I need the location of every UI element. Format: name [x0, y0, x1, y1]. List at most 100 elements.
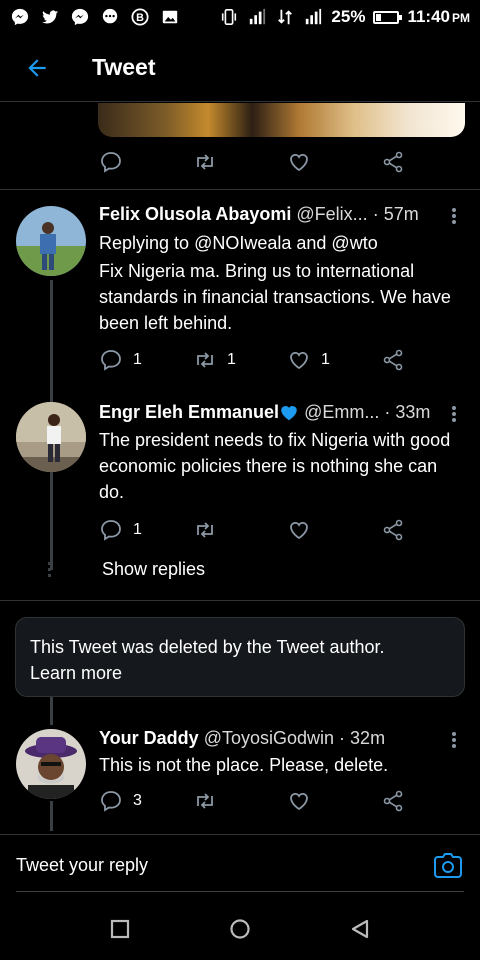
- chat-icon: [102, 8, 118, 24]
- clock: 11:40: [407, 7, 450, 26]
- top-app-bar: Tweet: [0, 34, 480, 102]
- author-name[interactable]: Felix Olusola Abayomi: [99, 204, 291, 224]
- b-app-icon: B: [131, 8, 149, 26]
- tweet-text: Fix Nigeria ma. Bring us to internationa…: [99, 261, 451, 333]
- signal-icon: [250, 8, 266, 25]
- author-name[interactable]: Engr Eleh Emmanuel: [99, 402, 279, 422]
- like-count: 1: [321, 351, 330, 368]
- back-arrow-icon[interactable]: [24, 55, 50, 81]
- tweet-actions: 3: [99, 786, 409, 816]
- reply-button[interactable]: 3: [99, 789, 193, 813]
- heart-icon: [290, 351, 308, 370]
- reply-count: 3: [133, 792, 142, 809]
- battery-percent: 25%: [331, 7, 366, 26]
- author-handle[interactable]: @Felix...: [296, 204, 367, 224]
- tweet-time: · 33m: [384, 402, 431, 422]
- tweet-time: · 57m: [372, 204, 419, 224]
- replying-and: and: [291, 233, 332, 253]
- system-nav-bar: [0, 898, 480, 960]
- retweet-count: 1: [227, 351, 236, 368]
- show-replies-link[interactable]: Show replies: [102, 559, 205, 580]
- divider: [0, 189, 480, 190]
- deleted-tweet-text: This Tweet was deleted by the Tweet auth…: [30, 637, 385, 657]
- share-button[interactable]: [381, 348, 405, 372]
- more-options-icon[interactable]: [448, 404, 460, 424]
- tweet-meta: Engr Eleh Emmanuel @Emm... · 33m: [99, 402, 439, 423]
- messenger-icon: [71, 8, 89, 26]
- share-icon: [383, 519, 403, 541]
- reply-button[interactable]: 1: [99, 518, 193, 542]
- replying-to: Replying to @NOIweala and @wto: [99, 230, 459, 256]
- share-icon: [383, 349, 403, 371]
- tweet-media-image[interactable]: [98, 103, 465, 137]
- reply-underline: [16, 891, 464, 892]
- reply-count: 1: [133, 521, 142, 538]
- share-button[interactable]: [381, 518, 405, 542]
- author-handle[interactable]: @ToyosiGodwin: [204, 728, 334, 748]
- heart-icon: [290, 521, 308, 540]
- retweet-button[interactable]: [193, 150, 287, 174]
- reply-icon: [101, 152, 121, 173]
- heart-icon: [290, 153, 308, 172]
- camera-icon[interactable]: [434, 853, 462, 879]
- twitter-icon: [41, 10, 59, 24]
- learn-more-link[interactable]: Learn more: [30, 660, 450, 686]
- page-title: Tweet: [92, 54, 156, 80]
- gallery-icon: [162, 10, 178, 24]
- data-transfer-icon: [278, 9, 293, 25]
- reply-button[interactable]: [99, 150, 193, 174]
- like-button[interactable]: [287, 789, 381, 813]
- signal-icon: [306, 8, 322, 25]
- reply-composer: Tweet your reply: [0, 834, 480, 892]
- author-name[interactable]: Your Daddy: [99, 728, 199, 748]
- tweet-meta: Your Daddy @ToyosiGodwin · 32m: [99, 728, 439, 749]
- share-icon: [383, 151, 403, 173]
- retweet-icon: [197, 793, 213, 809]
- vibrate-icon: [222, 8, 237, 26]
- heart-icon: [290, 792, 308, 811]
- avatar[interactable]: [16, 206, 86, 276]
- avatar[interactable]: [16, 729, 86, 799]
- author-handle[interactable]: @Emm...: [304, 402, 379, 422]
- reply-button[interactable]: 1: [99, 348, 193, 372]
- home-circle-icon[interactable]: [228, 917, 252, 941]
- back-triangle-icon[interactable]: [348, 917, 372, 941]
- retweet-button[interactable]: 1: [193, 348, 287, 372]
- reply-input[interactable]: Tweet your reply: [16, 855, 148, 876]
- tweet-time: · 32m: [339, 728, 386, 748]
- retweet-icon: [197, 154, 213, 170]
- more-options-icon[interactable]: [448, 730, 460, 750]
- share-button[interactable]: [381, 150, 405, 174]
- reply-icon: [101, 520, 121, 541]
- share-button[interactable]: [381, 789, 405, 813]
- avatar[interactable]: [16, 402, 86, 472]
- retweet-button[interactable]: [193, 789, 287, 813]
- mention-link[interactable]: @NOIweala: [194, 233, 291, 253]
- like-button[interactable]: 1: [287, 348, 381, 372]
- like-button[interactable]: [287, 518, 381, 542]
- reply-icon: [101, 350, 121, 371]
- thread-line: [50, 476, 53, 556]
- reply-icon: [101, 791, 121, 812]
- deleted-tweet-notice: This Tweet was deleted by the Tweet auth…: [15, 617, 465, 697]
- retweet-button[interactable]: [193, 518, 287, 542]
- tweet-text: The president needs to fix Nigeria with …: [99, 430, 451, 502]
- svg-text:B: B: [136, 12, 144, 24]
- tweet-actions: 1: [99, 515, 409, 545]
- recents-square-icon[interactable]: [108, 917, 132, 941]
- thread-line: [50, 697, 53, 725]
- retweet-icon: [197, 352, 213, 368]
- like-button[interactable]: [287, 150, 381, 174]
- more-options-icon[interactable]: [448, 206, 460, 226]
- tweet-actions: 1 1 1: [99, 345, 409, 375]
- tweet-actions: [99, 147, 409, 177]
- thread-dots: [48, 562, 51, 580]
- replying-prefix: Replying to: [99, 233, 195, 253]
- clock-ampm: PM: [452, 11, 470, 25]
- retweet-icon: [197, 522, 213, 538]
- blue-heart-icon: [281, 406, 297, 421]
- reply-count: 1: [133, 351, 142, 368]
- mention-link[interactable]: @wto: [331, 233, 377, 253]
- tweet-meta: Felix Olusola Abayomi @Felix... · 57m: [99, 204, 439, 225]
- share-icon: [383, 790, 403, 812]
